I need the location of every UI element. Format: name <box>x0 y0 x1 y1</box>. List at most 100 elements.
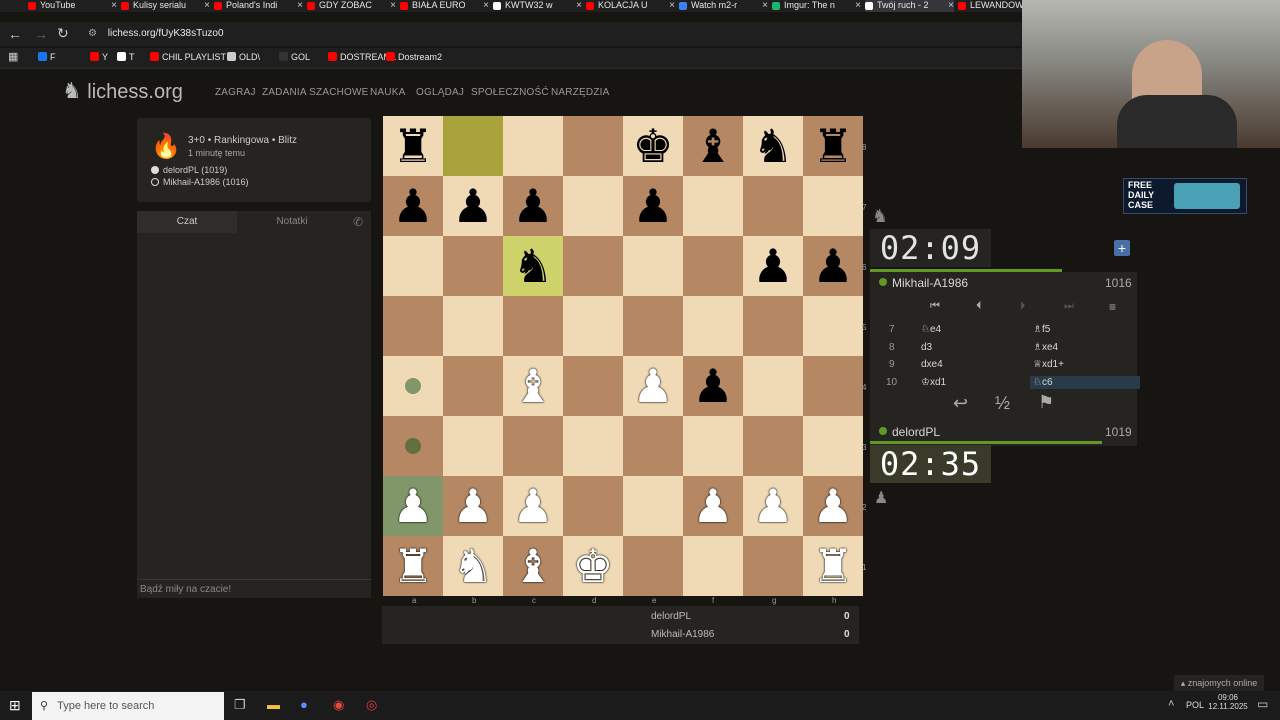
white-player-line[interactable]: delordPL (1019) <box>151 165 227 175</box>
add-time-icon[interactable]: + <box>1114 240 1130 256</box>
tab-close-icon[interactable]: × <box>576 0 582 11</box>
back-icon[interactable]: ← <box>8 26 22 42</box>
bookmark-item[interactable]: Dostream2 <box>386 52 442 62</box>
tab-close-icon[interactable]: × <box>762 0 768 11</box>
move-black[interactable]: ♗f5 <box>1033 324 1050 335</box>
square-g3[interactable] <box>743 416 803 476</box>
tab-close-icon[interactable]: × <box>390 0 396 11</box>
browser-tab[interactable]: Poland's Indi × <box>214 0 303 12</box>
white-pawn-g2[interactable]: ♟ <box>743 476 803 536</box>
reload-icon[interactable]: ↻ <box>57 25 69 42</box>
square-h3[interactable] <box>803 416 863 476</box>
url-input[interactable]: ⚙ lichess.org/fUyK38sTuzo0 <box>80 25 1010 43</box>
tab-close-icon[interactable]: × <box>297 0 303 11</box>
square-h5[interactable] <box>803 296 863 356</box>
tab-close-icon[interactable]: × <box>855 0 861 11</box>
white-pawn-h2[interactable]: ♟ <box>803 476 863 536</box>
square-e6[interactable] <box>623 236 683 296</box>
system-clock[interactable]: 09:06 12.11.2025 <box>1208 693 1248 711</box>
browser-tab[interactable]: Watch m2-r × <box>679 0 768 12</box>
tab-close-icon[interactable]: × <box>204 0 210 11</box>
player-name[interactable]: delordPL <box>892 425 940 439</box>
daily-case-ad[interactable]: FREE DAILY CASE <box>1123 178 1247 214</box>
white-rook-a1[interactable]: ♜ <box>383 536 443 596</box>
black-pawn-h6[interactable]: ♟ <box>803 236 863 296</box>
tray-caret-icon[interactable]: ˄ <box>1168 698 1174 710</box>
white-pawn-f2[interactable]: ♟ <box>683 476 743 536</box>
white-bishop-c1[interactable]: ♝ <box>503 536 563 596</box>
square-a6[interactable] <box>383 236 443 296</box>
tab-close-icon[interactable]: × <box>111 0 117 11</box>
square-f7[interactable] <box>683 176 743 236</box>
square-c3[interactable] <box>503 416 563 476</box>
nav-item[interactable]: OGLĄDAJ <box>416 87 464 98</box>
task-view-icon[interactable]: ❐ <box>234 697 246 713</box>
tab-close-icon[interactable]: × <box>948 0 954 11</box>
black-pawn-a7[interactable]: ♟ <box>383 176 443 236</box>
tab-close-icon[interactable]: × <box>483 0 489 11</box>
menu-icon[interactable]: ≡ <box>1109 300 1116 314</box>
nav-item[interactable]: NARZĘDZIA <box>551 87 609 98</box>
prev-move-icon[interactable]: ⏴ <box>976 300 982 313</box>
white-pawn-a2[interactable]: ♟ <box>383 476 443 536</box>
square-g7[interactable] <box>743 176 803 236</box>
chrome-icon[interactable]: ◉ <box>333 697 344 713</box>
square-e5[interactable] <box>623 296 683 356</box>
takeback-icon[interactable]: ↩ <box>953 393 968 414</box>
bookmark-item[interactable]: OLD\ <box>227 52 260 62</box>
black-pawn-c7[interactable]: ♟ <box>503 176 563 236</box>
black-pawn-g6[interactable]: ♟ <box>743 236 803 296</box>
white-knight-b1[interactable]: ♞ <box>443 536 503 596</box>
square-b4[interactable] <box>443 356 503 416</box>
white-bishop-c4[interactable]: ♝ <box>503 356 563 416</box>
square-f3[interactable] <box>683 416 743 476</box>
nav-item[interactable]: ZAGRAJ <box>215 87 256 98</box>
bookmark-item[interactable]: CHIL PLAYLIST <box>150 52 226 62</box>
move-black[interactable]: ♕xd1+ <box>1033 359 1064 370</box>
taskbar-search[interactable]: ⚲ Type here to search <box>32 692 224 720</box>
move-white[interactable]: ♘e4 <box>921 324 941 335</box>
black-rook-h8[interactable]: ♜ <box>803 116 863 176</box>
square-b6[interactable] <box>443 236 503 296</box>
black-knight-c6[interactable]: ♞ <box>503 236 563 296</box>
square-g4[interactable] <box>743 356 803 416</box>
chat-input[interactable]: Bądź miły na czacie! <box>137 579 371 598</box>
square-f1[interactable] <box>683 536 743 596</box>
tab-close-icon[interactable]: × <box>669 0 675 11</box>
square-d6[interactable] <box>563 236 623 296</box>
black-pawn-e7[interactable]: ♟ <box>623 176 683 236</box>
windows-start-icon[interactable]: ⊞ <box>9 697 21 714</box>
square-d5[interactable] <box>563 296 623 356</box>
square-b5[interactable] <box>443 296 503 356</box>
white-rook-h1[interactable]: ♜ <box>803 536 863 596</box>
black-king-e8[interactable]: ♚ <box>623 116 683 176</box>
square-f5[interactable] <box>683 296 743 356</box>
apps-grid-icon[interactable]: ▦ <box>8 50 18 63</box>
forward-icon[interactable]: → <box>34 26 48 42</box>
square-e1[interactable] <box>623 536 683 596</box>
browser-tab[interactable]: Twój ruch - 2 × <box>865 0 954 12</box>
square-g5[interactable] <box>743 296 803 356</box>
square-d4[interactable] <box>563 356 623 416</box>
first-move-icon[interactable]: ⏮ <box>930 300 940 313</box>
lichess-logo[interactable]: ♞ lichess.org <box>62 78 183 104</box>
site-info-icon[interactable]: ⚙ <box>88 28 97 39</box>
move-white[interactable]: dxe4 <box>921 359 943 370</box>
browser-tab[interactable]: YouTube × <box>28 0 117 12</box>
nav-item[interactable]: ZADANIA SZACHOWE <box>262 87 369 98</box>
nav-item[interactable]: SPOŁECZNOŚĆ <box>471 87 549 98</box>
chess-board[interactable]: ♜ ♚ ♝ ♞ ♜ ♟ ♟ ♟ ♟ ♞ ♟ ♟ ♝ ♟ ♟ ♟ ♟ ♟ ♟ ♟ ♟ ♜ ♞ ♝ ♚ ♜ <box>383 116 863 596</box>
square-h4[interactable] <box>803 356 863 416</box>
bookmark-item[interactable]: F <box>38 52 56 62</box>
browser-tab[interactable]: KWTW32 w × <box>493 0 582 12</box>
move-white[interactable]: ♔xd1 <box>921 377 946 388</box>
opponent-name[interactable]: Mikhail-A1986 <box>892 276 968 290</box>
phone-icon[interactable]: ✆ <box>353 215 363 229</box>
bookmark-item[interactable]: GOL <box>279 52 310 62</box>
square-d7[interactable] <box>563 176 623 236</box>
bookmark-item[interactable]: Y <box>90 52 108 62</box>
square-f6[interactable] <box>683 236 743 296</box>
resign-flag-icon[interactable]: ⚑ <box>1038 392 1054 413</box>
square-e3[interactable] <box>623 416 683 476</box>
black-pawn-b7[interactable]: ♟ <box>443 176 503 236</box>
